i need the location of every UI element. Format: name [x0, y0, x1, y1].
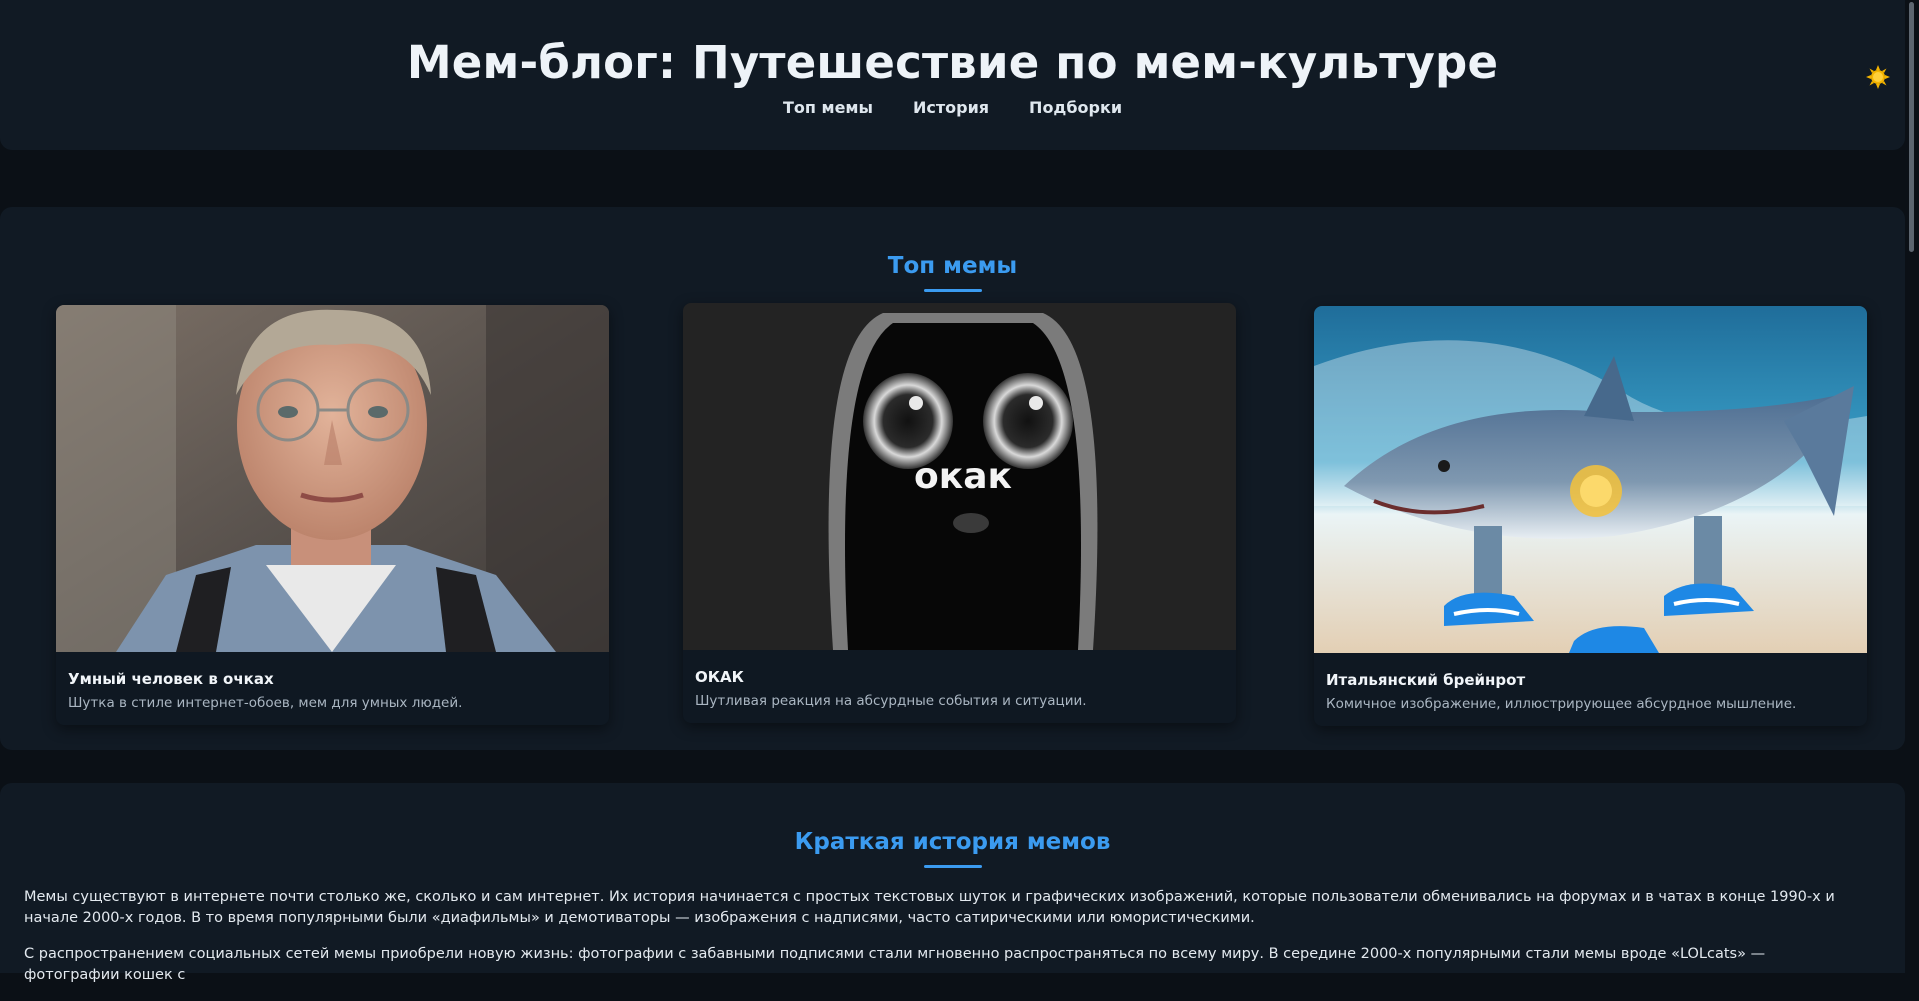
meme-image-italian-brainrot — [1314, 306, 1867, 653]
sun-icon — [1866, 65, 1890, 89]
section-title-history: Краткая история мемов — [794, 829, 1111, 855]
section-title-underline — [923, 865, 982, 868]
section-title-underline — [923, 289, 982, 292]
theme-toggle-button[interactable] — [1865, 64, 1891, 90]
meme-card-title: ОКАК — [695, 668, 744, 686]
meme-image-smart-man — [56, 305, 609, 652]
meme-card-description: Комичное изображение, иллюстрирующее абс… — [1326, 696, 1797, 712]
meme-image-okak: окак — [683, 303, 1236, 650]
meme-card-description: Шутливая реакция на абсурдные события и … — [695, 693, 1087, 709]
history-text: Мемы существуют в интернете почти стольк… — [24, 887, 1865, 1001]
nav-link-collections[interactable]: Подборки — [1029, 98, 1122, 117]
history-section: Краткая история мемов Мемы существуют в … — [0, 783, 1905, 983]
meme-card-title: Итальянский брейнрот — [1326, 671, 1526, 689]
history-paragraph: Мемы существуют в интернете почти стольк… — [24, 889, 1835, 926]
scrollbar-thumb[interactable] — [1909, 2, 1914, 252]
nav-link-history[interactable]: История — [913, 98, 989, 117]
main-nav: Топ мемы История Подборки — [0, 98, 1905, 117]
nav-link-top-memes[interactable]: Топ мемы — [783, 98, 873, 117]
meme-card-description: Шутка в стиле интернет-обоев, мем для ум… — [68, 695, 463, 711]
section-title-top-memes: Топ мемы — [887, 253, 1018, 279]
site-header: Мем-блог: Путешествие по мем-культуре То… — [0, 0, 1905, 150]
meme-card-okak[interactable]: окак ОКАК Шутливая реакция на абсурдные … — [683, 303, 1236, 723]
page-scrollbar[interactable] — [1905, 0, 1919, 967]
site-title: Мем-блог: Путешествие по мем-культуре — [406, 36, 1499, 89]
meme-image-caption: окак — [914, 456, 1012, 497]
history-paragraph: С распространением социальных сетей мемы… — [24, 946, 1766, 983]
meme-card-italian-brainrot[interactable]: Итальянский брейнрот Комичное изображени… — [1314, 306, 1867, 726]
meme-card-title: Умный человек в очках — [68, 670, 274, 688]
top-memes-section: Топ мемы Умный человек в очках Шутка в с… — [0, 207, 1905, 750]
meme-card-smart-man[interactable]: Умный человек в очках Шутка в стиле инте… — [56, 305, 609, 725]
